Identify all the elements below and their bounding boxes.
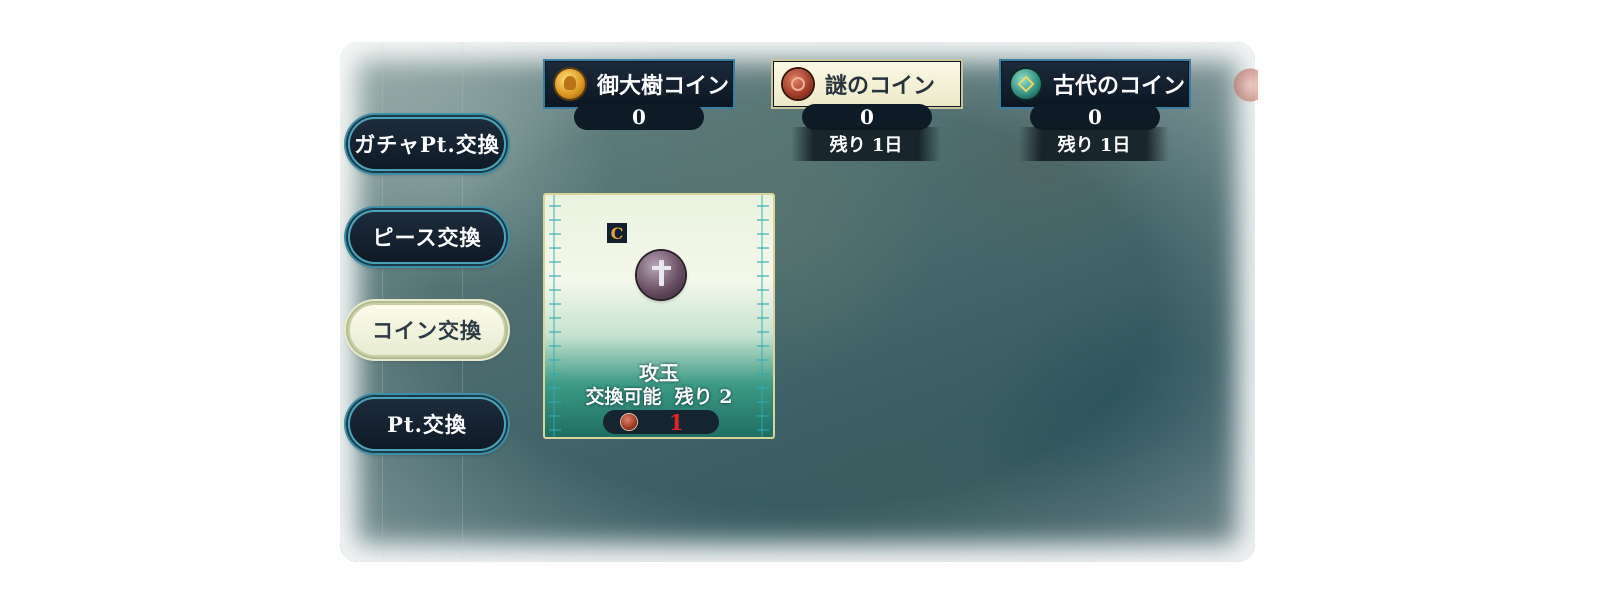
coin-remaining: 残り 1日 <box>1019 127 1169 161</box>
coin-tab-mystery[interactable]: 謎のコイン <box>771 59 963 109</box>
coin-name: 謎のコイン <box>825 73 936 99</box>
tab-pt-exchange[interactable]: Pt.交換 <box>348 397 506 451</box>
attack-orb-icon <box>637 251 685 299</box>
ancient-coin-icon <box>1011 69 1041 99</box>
tab-label: ガチャPt.交換 <box>354 132 500 157</box>
tab-piece-exchange[interactable]: ピース交換 <box>348 210 506 264</box>
item-cost: 1 <box>603 409 719 435</box>
exchange-item-card[interactable]: C 攻玉 交換可能 残り 2 1 <box>543 193 775 439</box>
tab-label: Pt.交換 <box>387 412 467 437</box>
coin-count: 0 <box>574 104 704 130</box>
gold-tree-coin-icon <box>555 69 585 99</box>
tab-coin-exchange[interactable]: コイン交換 <box>348 303 506 357</box>
coin-remaining: 残り 1日 <box>791 127 941 161</box>
coin-name: 御大樹コイン <box>597 73 730 99</box>
coin-name: 古代のコイン <box>1053 73 1186 99</box>
coin-tab-ancient[interactable]: 古代のコイン <box>999 59 1191 109</box>
mystery-coin-icon <box>783 69 813 99</box>
cost-value: 1 <box>669 409 684 435</box>
item-exchange-limit: 交換可能 残り 2 <box>585 386 733 408</box>
rarity-badge: C <box>607 223 627 243</box>
tab-label: コイン交換 <box>372 318 482 343</box>
tab-gacha-pt-exchange[interactable]: ガチャPt.交換 <box>348 117 506 171</box>
mystery-coin-icon <box>621 414 637 430</box>
tab-label: ピース交換 <box>372 225 482 250</box>
coin-tab-gotaiju[interactable]: 御大樹コイン <box>543 59 735 109</box>
